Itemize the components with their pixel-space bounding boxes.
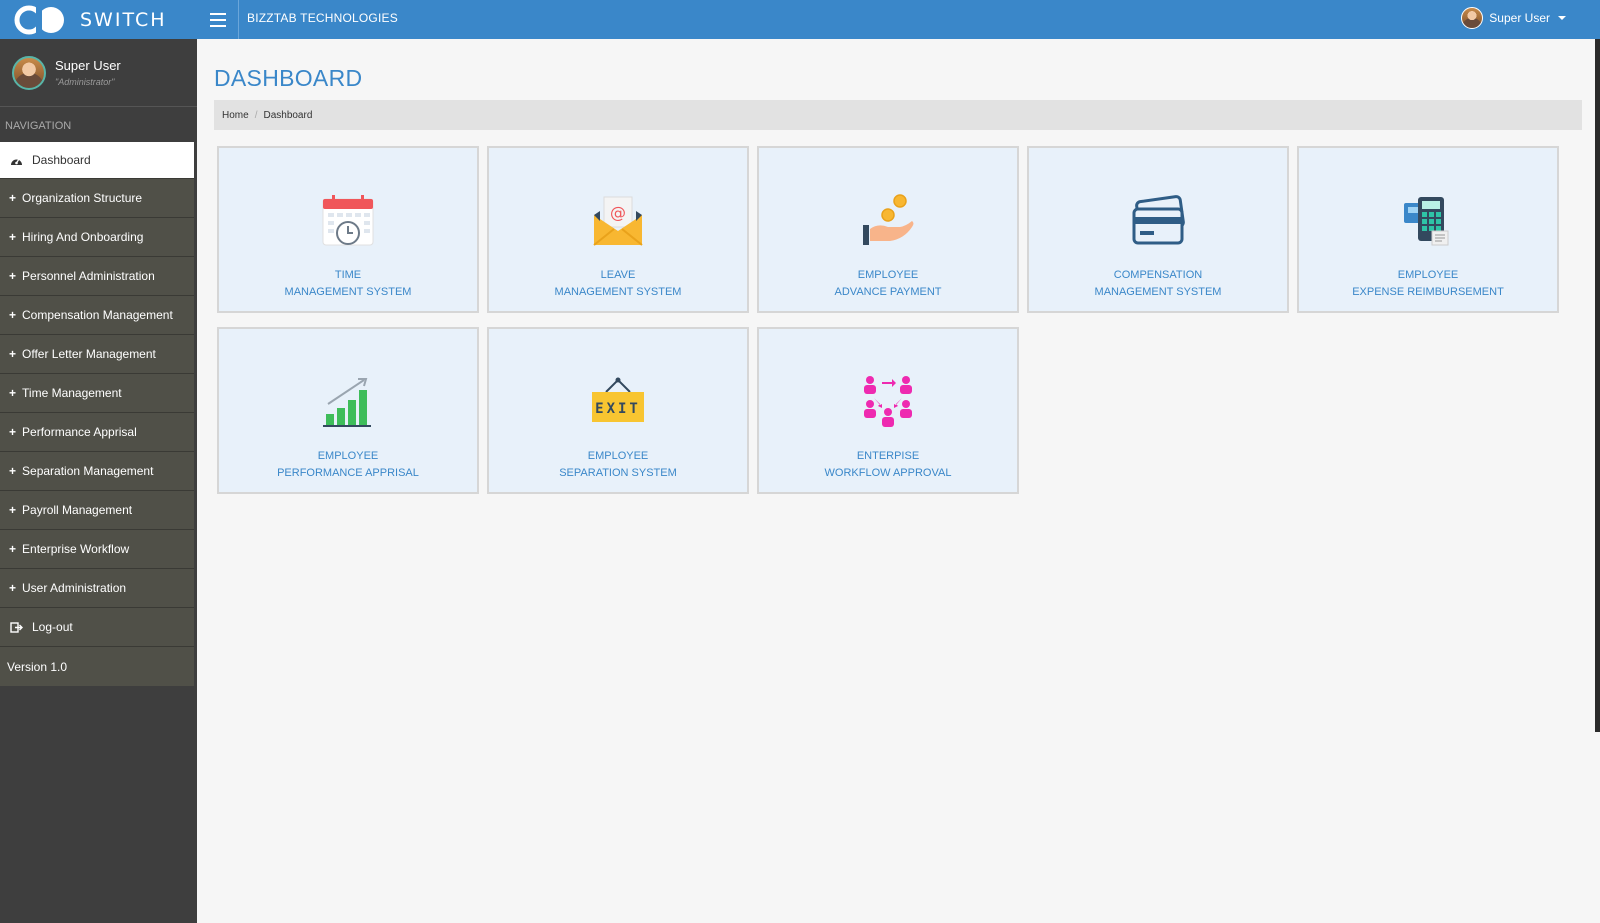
- dashboard-icon: [9, 155, 23, 166]
- caret-down-icon: [1558, 16, 1566, 20]
- calendar-clock-icon: [322, 195, 374, 246]
- brand-name: SWITCH: [80, 8, 167, 31]
- tile-label-line2: MANAGEMENT SYSTEM: [1094, 286, 1222, 298]
- page-scrollbar[interactable]: [1595, 39, 1600, 732]
- tile-time-management[interactable]: TIME MANAGEMENT SYSTEM: [217, 146, 479, 313]
- profile-name: Super User: [55, 58, 121, 73]
- plus-icon: +: [9, 425, 17, 439]
- svg-text:@: @: [610, 203, 626, 222]
- sidebar-item-separation-management[interactable]: + Separation Management: [0, 452, 194, 491]
- sidebar-item-label: Time Management: [22, 386, 122, 400]
- sidebar-item-label: Hiring And Onboarding: [22, 230, 144, 244]
- email-envelope-icon: @: [593, 196, 643, 246]
- sidebar-item-label: Personnel Administration: [22, 269, 155, 283]
- tile-advance-payment[interactable]: EMPLOYEE ADVANCE PAYMENT: [757, 146, 1019, 313]
- tile-label-line2: MANAGEMENT SYSTEM: [554, 286, 682, 298]
- plus-icon: +: [9, 386, 17, 400]
- plus-icon: +: [9, 308, 17, 322]
- sidebar-item-label: Offer Letter Management: [22, 347, 156, 361]
- sidebar-item-organization-structure[interactable]: + Organization Structure: [0, 179, 194, 218]
- plus-icon: +: [9, 230, 17, 244]
- user-menu-name: Super User: [1489, 11, 1550, 25]
- breadcrumb-current: Dashboard: [263, 109, 313, 121]
- switch-logo-icon: [14, 4, 68, 35]
- version-label: Version 1.0: [0, 647, 194, 686]
- tile-label-line2: EXPENSE REIMBURSEMENT: [1352, 286, 1504, 298]
- profile-role: "Administrator": [55, 77, 115, 87]
- sidebar-item-logout[interactable]: Log-out: [0, 608, 194, 647]
- menu-toggle-button[interactable]: [197, 0, 239, 39]
- sidebar-item-payroll-management[interactable]: + Payroll Management: [0, 491, 194, 530]
- tile-label-line2: PERFORMANCE APPRISAL: [277, 467, 419, 479]
- plus-icon: +: [9, 269, 17, 283]
- sidebar-item-personnel-administration[interactable]: + Personnel Administration: [0, 257, 194, 296]
- breadcrumb-separator: /: [254, 109, 258, 121]
- plus-icon: +: [9, 464, 17, 478]
- growth-chart-icon: [323, 378, 371, 427]
- sidebar: Super User "Administrator" NAVIGATION Da…: [0, 39, 197, 923]
- sidebar-item-performance-apprisal[interactable]: + Performance Apprisal: [0, 413, 194, 452]
- page-title: DASHBOARD: [214, 65, 363, 91]
- hamburger-icon: [209, 11, 226, 29]
- profile-avatar: [12, 55, 46, 90]
- plus-icon: +: [9, 191, 17, 205]
- tile-label-line1: EMPLOYEE: [1397, 269, 1459, 281]
- sidebar-item-offer-letter-management[interactable]: + Offer Letter Management: [0, 335, 194, 374]
- sidebar-item-label: User Administration: [22, 581, 127, 595]
- workflow-people-icon: [864, 376, 912, 427]
- sidebar-item-label: Dashboard: [32, 153, 91, 167]
- sidebar-item-enterprise-workflow[interactable]: + Enterprise Workflow: [0, 530, 194, 569]
- tile-label-line1: ENTERPISE: [856, 450, 920, 462]
- sidebar-profile: Super User "Administrator": [0, 39, 197, 107]
- sidebar-item-user-administration[interactable]: + User Administration: [0, 569, 194, 608]
- brand[interactable]: SWITCH: [0, 0, 197, 39]
- top-header: SWITCH BIZZTAB TECHNOLOGIES Super User: [0, 0, 1600, 39]
- tile-label-line2: ADVANCE PAYMENT: [834, 286, 942, 298]
- tile-leave-management[interactable]: @ LEAVE MANAGEMENT SYSTEM: [487, 146, 749, 313]
- sidebar-item-label: Payroll Management: [22, 503, 133, 517]
- tile-workflow-approval[interactable]: ENTERPISE WORKFLOW APPROVAL: [757, 327, 1019, 494]
- calculator-receipt-icon: [1404, 197, 1449, 246]
- plus-icon: +: [9, 347, 17, 361]
- exit-sign-text: EXIT: [595, 401, 641, 417]
- tile-label-line1: EMPLOYEE: [317, 450, 379, 462]
- sidebar-item-label: Log-out: [32, 620, 73, 634]
- sidebar-item-time-management[interactable]: + Time Management: [0, 374, 194, 413]
- nav-heading: NAVIGATION: [5, 120, 72, 132]
- tile-label-line2: MANAGEMENT SYSTEM: [284, 286, 412, 298]
- plus-icon: +: [9, 503, 17, 517]
- user-menu[interactable]: Super User: [1461, 7, 1566, 29]
- tile-compensation-management[interactable]: COMPENSATION MANAGEMENT SYSTEM: [1027, 146, 1289, 313]
- sidebar-item-dashboard[interactable]: Dashboard: [0, 142, 194, 179]
- breadcrumb: Home / Dashboard: [214, 100, 1582, 130]
- exit-sign-icon: EXIT: [592, 377, 644, 422]
- sidebar-item-label: Enterprise Workflow: [22, 542, 130, 556]
- logout-icon: [9, 621, 23, 633]
- sidebar-item-hiring-onboarding[interactable]: + Hiring And Onboarding: [0, 218, 194, 257]
- credit-card-icon: [1132, 195, 1185, 245]
- tile-expense-reimbursement[interactable]: EMPLOYEE EXPENSE REIMBURSEMENT: [1297, 146, 1559, 313]
- plus-icon: +: [9, 581, 17, 595]
- tile-label-line2: SEPARATION SYSTEM: [559, 467, 677, 479]
- sidebar-item-label: Separation Management: [22, 464, 154, 478]
- tile-label-line1: EMPLOYEE: [587, 450, 649, 462]
- main-content: DASHBOARD Home / Dashboard TIME MANAGEME…: [197, 39, 1595, 923]
- tile-label-line1: EMPLOYEE: [857, 269, 919, 281]
- avatar: [1461, 7, 1484, 29]
- plus-icon: +: [9, 542, 17, 556]
- tile-separation-system[interactable]: EXIT EMPLOYEE SEPARATION SYSTEM: [487, 327, 749, 494]
- hand-coins-icon: [863, 194, 914, 245]
- tile-label-line2: WORKFLOW APPROVAL: [824, 467, 952, 479]
- company-name: BIZZTAB TECHNOLOGIES: [247, 11, 398, 25]
- sidebar-item-label: Compensation Management: [22, 308, 173, 322]
- tile-label-line1: TIME: [334, 269, 362, 281]
- tile-label-line1: LEAVE: [600, 269, 636, 281]
- sidebar-item-label: Organization Structure: [22, 191, 143, 205]
- sidebar-item-label: Performance Apprisal: [22, 425, 137, 439]
- tile-performance-apprisal[interactable]: EMPLOYEE PERFORMANCE APPRISAL: [217, 327, 479, 494]
- breadcrumb-home[interactable]: Home: [222, 110, 249, 121]
- sidebar-item-compensation-management[interactable]: + Compensation Management: [0, 296, 194, 335]
- tile-label-line1: COMPENSATION: [1113, 269, 1203, 281]
